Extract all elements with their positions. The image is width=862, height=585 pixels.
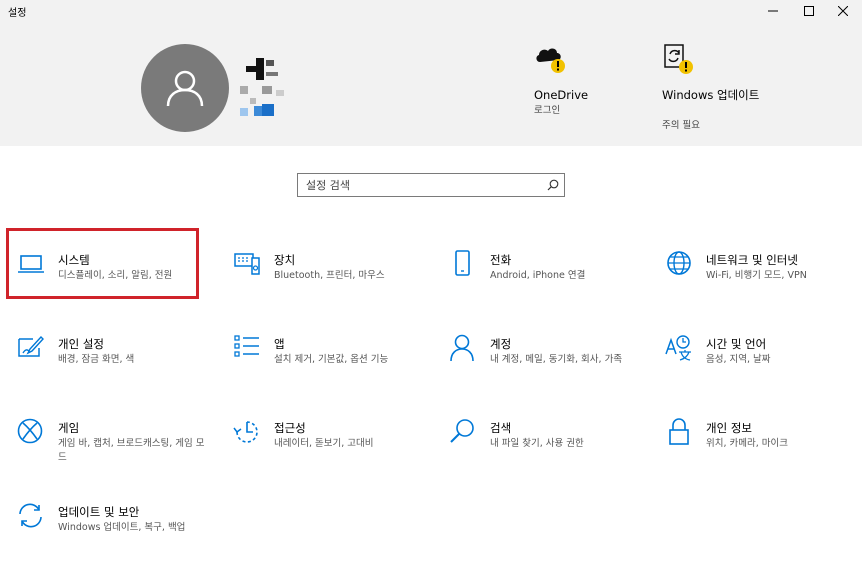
item-description: 음성, 지역, 날짜 bbox=[706, 354, 771, 365]
settings-item-system[interactable]: 시스템 디스플레이, 소리, 알림, 전원 bbox=[17, 250, 217, 310]
minimize-button[interactable] bbox=[758, 0, 788, 22]
settings-item-time-language[interactable]: 시간 및 언어 음성, 지역, 날짜 bbox=[665, 334, 862, 394]
personalization-icon bbox=[18, 335, 44, 357]
item-description: 배경, 잠금 화면, 색 bbox=[58, 354, 135, 365]
item-description: 설치 제거, 기본값, 옵션 기능 bbox=[274, 354, 389, 365]
devices-icon bbox=[234, 253, 260, 275]
settings-item-devices[interactable]: 장치 Bluetooth, 프린터, 마우스 bbox=[233, 250, 433, 310]
onedrive-label: OneDrive bbox=[534, 88, 589, 102]
item-description: 내 파일 찾기, 사용 권한 bbox=[490, 438, 584, 449]
globe-icon bbox=[667, 251, 691, 275]
item-title: 검색 bbox=[490, 421, 512, 435]
xbox-icon bbox=[17, 418, 43, 444]
sync-icon bbox=[19, 503, 42, 528]
settings-item-apps[interactable]: 앱 설치 제거, 기본값, 옵션 기능 bbox=[233, 334, 433, 394]
ease-of-access-icon bbox=[233, 421, 258, 443]
item-title: 전화 bbox=[490, 253, 512, 267]
person-icon bbox=[450, 334, 474, 362]
phone-icon bbox=[455, 250, 470, 276]
search-magnifier-icon bbox=[450, 419, 474, 443]
onedrive-status: 로그인 bbox=[534, 105, 561, 116]
update-warning-icon bbox=[664, 44, 693, 74]
close-icon bbox=[838, 6, 848, 16]
item-title: 게임 bbox=[58, 421, 80, 435]
item-description: 위치, 카메라, 마이크 bbox=[706, 438, 788, 449]
item-title: 개인 정보 bbox=[706, 421, 752, 435]
item-title: 업데이트 및 보안 bbox=[58, 505, 140, 519]
windows-update-status: 주의 필요 bbox=[662, 120, 700, 131]
redacted-user-name bbox=[240, 58, 288, 120]
onedrive-warning-icon bbox=[536, 48, 565, 73]
settings-item-personalization[interactable]: 개인 설정 배경, 잠금 화면, 색 bbox=[17, 334, 217, 394]
item-title: 계정 bbox=[490, 337, 512, 351]
settings-item-update-security[interactable]: 업데이트 및 보안 Windows 업데이트, 복구, 백업 bbox=[17, 502, 217, 562]
item-title: 시간 및 언어 bbox=[706, 337, 767, 351]
close-button[interactable] bbox=[828, 0, 858, 22]
settings-item-network[interactable]: 네트워크 및 인터넷 Wi-Fi, 비행기 모드, VPN bbox=[665, 250, 862, 310]
settings-item-privacy[interactable]: 개인 정보 위치, 카메라, 마이크 bbox=[665, 418, 862, 478]
window-title: 설정 bbox=[8, 8, 27, 19]
maximize-icon bbox=[804, 6, 814, 16]
item-description: 디스플레이, 소리, 알림, 전원 bbox=[58, 270, 173, 281]
item-title: 시스템 bbox=[58, 253, 90, 267]
windows-update-label: Windows 업데이트 bbox=[662, 88, 760, 102]
item-title: 장치 bbox=[274, 253, 296, 267]
item-title: 네트워크 및 인터넷 bbox=[706, 253, 798, 267]
minimize-icon bbox=[768, 10, 778, 12]
item-description: 내 계정, 메일, 동기화, 회사, 가족 bbox=[490, 354, 623, 365]
settings-item-gaming[interactable]: 게임 게임 바, 캡처, 브로드캐스팅, 게임 모드 bbox=[17, 418, 217, 478]
maximize-button[interactable] bbox=[794, 0, 824, 22]
settings-item-search[interactable]: 검색 내 파일 찾기, 사용 권한 bbox=[449, 418, 649, 478]
settings-search-input[interactable] bbox=[298, 174, 542, 196]
item-description: 게임 바, 캡처, 브로드캐스팅, 게임 모드 bbox=[58, 438, 205, 463]
item-description: Windows 업데이트, 복구, 백업 bbox=[58, 522, 186, 533]
settings-item-ease-of-access[interactable]: 접근성 내레이터, 돋보기, 고대비 bbox=[233, 418, 433, 478]
item-title: 개인 설정 bbox=[58, 337, 104, 351]
item-description: Android, iPhone 연결 bbox=[490, 270, 586, 281]
search-icon[interactable] bbox=[542, 174, 564, 196]
lock-icon bbox=[669, 418, 689, 445]
time-language-icon bbox=[665, 335, 691, 361]
settings-item-phone[interactable]: 전화 Android, iPhone 연결 bbox=[449, 250, 649, 310]
item-description: 내레이터, 돋보기, 고대비 bbox=[274, 438, 374, 449]
item-title: 앱 bbox=[274, 337, 285, 351]
person-silhouette-icon bbox=[166, 70, 204, 107]
item-title: 접근성 bbox=[274, 421, 306, 435]
settings-search-box[interactable] bbox=[297, 173, 565, 197]
item-description: Bluetooth, 프린터, 마우스 bbox=[274, 270, 385, 281]
laptop-icon bbox=[18, 255, 44, 273]
apps-list-icon bbox=[234, 335, 259, 357]
item-description: Wi-Fi, 비행기 모드, VPN bbox=[706, 270, 807, 281]
settings-item-accounts[interactable]: 계정 내 계정, 메일, 동기화, 회사, 가족 bbox=[449, 334, 649, 394]
title-bar: 설정 bbox=[0, 0, 862, 22]
user-avatar[interactable] bbox=[141, 44, 229, 132]
